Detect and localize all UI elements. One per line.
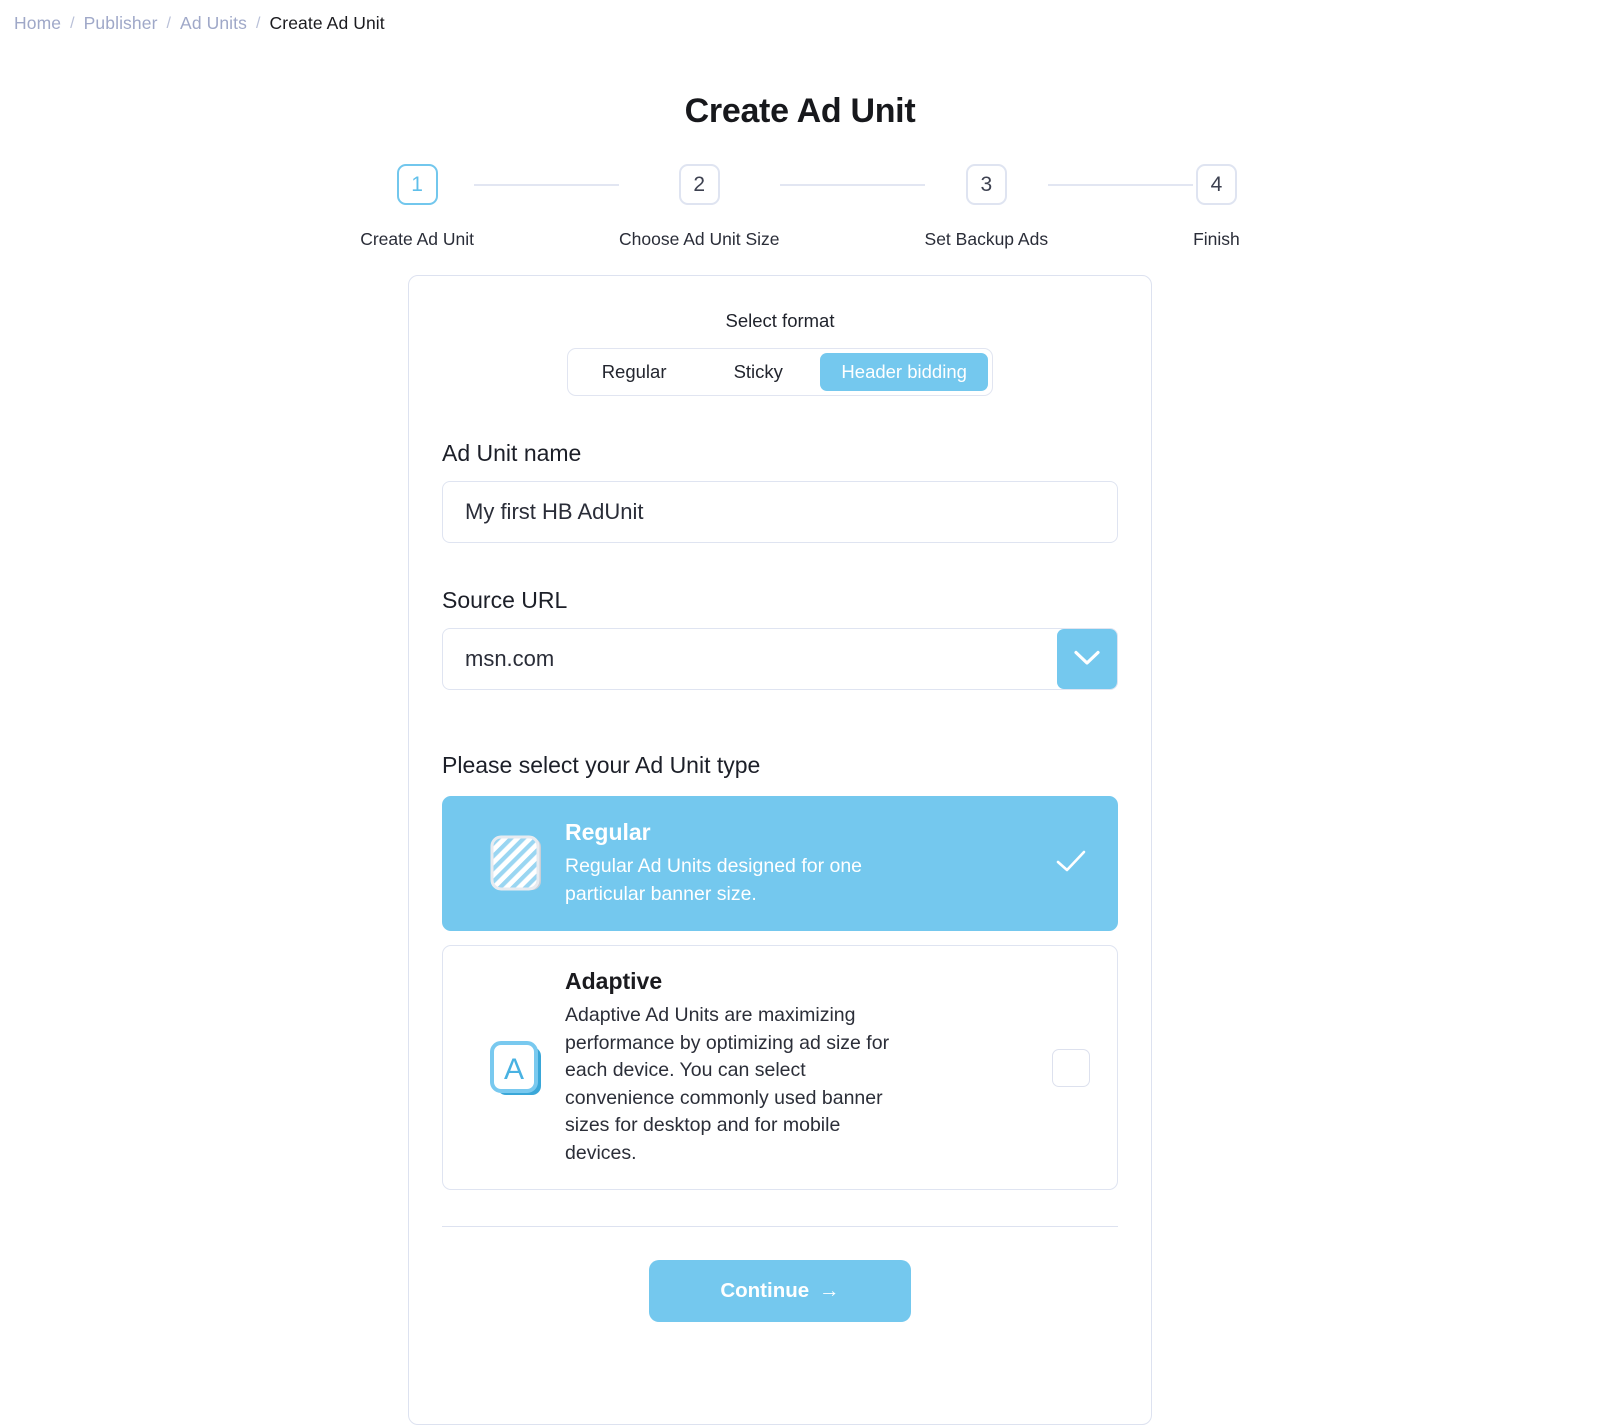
source-url-label: Source URL: [442, 587, 1118, 614]
ad-unit-type-heading: Please select your Ad Unit type: [442, 752, 1118, 779]
stepper-step-1-number: 1: [397, 164, 438, 205]
breadcrumb-separator: /: [256, 15, 261, 33]
breadcrumb-item-create-ad-unit: Create Ad Unit: [270, 13, 385, 34]
ad-unit-name-input[interactable]: [442, 481, 1118, 543]
stepper-step-2-number: 2: [679, 164, 720, 205]
stepper-step-4-label: Finish: [1193, 229, 1240, 250]
stepper-step-1[interactable]: 1 Create Ad Unit: [360, 164, 474, 250]
ad-unit-type-card-regular-body: Regular Regular Ad Units designed for on…: [565, 819, 1051, 908]
stepper-step-3-number: 3: [966, 164, 1007, 205]
progress-stepper: 1 Create Ad Unit 2 Choose Ad Unit Size 3…: [0, 164, 1600, 250]
source-url-input[interactable]: [442, 628, 1118, 690]
stepper-connector-2: [780, 184, 925, 186]
striped-square-icon: [469, 834, 565, 894]
ad-unit-type-card-adaptive-body: Adaptive Adaptive Ad Units are maximizin…: [565, 968, 1051, 1167]
svg-text:A: A: [504, 1053, 524, 1086]
stepper-step-4-number: 4: [1196, 164, 1237, 205]
stepper-step-2-label: Choose Ad Unit Size: [619, 229, 780, 250]
ad-unit-type-card-regular-description: Regular Ad Units designed for one partic…: [565, 853, 910, 908]
ad-unit-type-card-adaptive-check[interactable]: [1051, 1049, 1091, 1087]
ad-unit-name-field: Ad Unit name: [442, 440, 1118, 543]
select-format-label: Select format: [442, 310, 1118, 332]
page-title: Create Ad Unit: [0, 92, 1600, 131]
continue-button-label: Continue: [720, 1279, 809, 1303]
stepper-step-2[interactable]: 2 Choose Ad Unit Size: [619, 164, 780, 250]
stepper-step-3-label: Set Backup Ads: [925, 229, 1049, 250]
stepper-step-3[interactable]: 3 Set Backup Ads: [925, 164, 1049, 250]
ad-unit-type-card-regular-check[interactable]: [1051, 849, 1091, 878]
breadcrumb-item-ad-units[interactable]: Ad Units: [180, 13, 247, 34]
ad-unit-type-card-regular[interactable]: Regular Regular Ad Units designed for on…: [442, 796, 1118, 931]
form-footer: Continue →: [442, 1227, 1118, 1322]
breadcrumb-separator: /: [167, 15, 172, 33]
stepper-step-4[interactable]: 4 Finish: [1193, 164, 1240, 250]
breadcrumb: Home / Publisher / Ad Units / Create Ad …: [0, 0, 1600, 34]
ad-unit-type-card-adaptive[interactable]: A Adaptive Adaptive Ad Units are maximiz…: [442, 945, 1118, 1190]
format-segmented-control: Regular Sticky Header bidding: [567, 348, 993, 396]
empty-checkbox-icon[interactable]: [1052, 1049, 1090, 1087]
breadcrumb-separator: /: [70, 15, 75, 33]
letter-a-icon: A: [469, 1037, 565, 1099]
ad-unit-type-card-adaptive-title: Adaptive: [565, 968, 1033, 995]
ad-unit-name-label: Ad Unit name: [442, 440, 1118, 467]
continue-button[interactable]: Continue →: [649, 1260, 911, 1322]
stepper-connector-1: [474, 184, 619, 186]
check-icon: [1055, 849, 1087, 878]
ad-unit-type-card-adaptive-description: Adaptive Ad Units are maximizing perform…: [565, 1002, 910, 1167]
stepper-connector-3: [1048, 184, 1193, 186]
chevron-down-icon: [1074, 650, 1100, 669]
source-url-field: Source URL: [442, 587, 1118, 690]
stepper-step-1-label: Create Ad Unit: [360, 229, 474, 250]
breadcrumb-item-publisher[interactable]: Publisher: [84, 13, 158, 34]
arrow-right-icon: →: [819, 1279, 840, 1303]
format-option-sticky[interactable]: Sticky: [696, 353, 820, 391]
create-ad-unit-form-panel: Select format Regular Sticky Header bidd…: [408, 275, 1152, 1425]
source-url-dropdown-button[interactable]: [1057, 629, 1117, 689]
breadcrumb-item-home[interactable]: Home: [14, 13, 61, 34]
format-option-regular[interactable]: Regular: [572, 353, 696, 391]
ad-unit-type-card-regular-title: Regular: [565, 819, 1033, 846]
format-option-header-bidding[interactable]: Header bidding: [820, 353, 988, 391]
